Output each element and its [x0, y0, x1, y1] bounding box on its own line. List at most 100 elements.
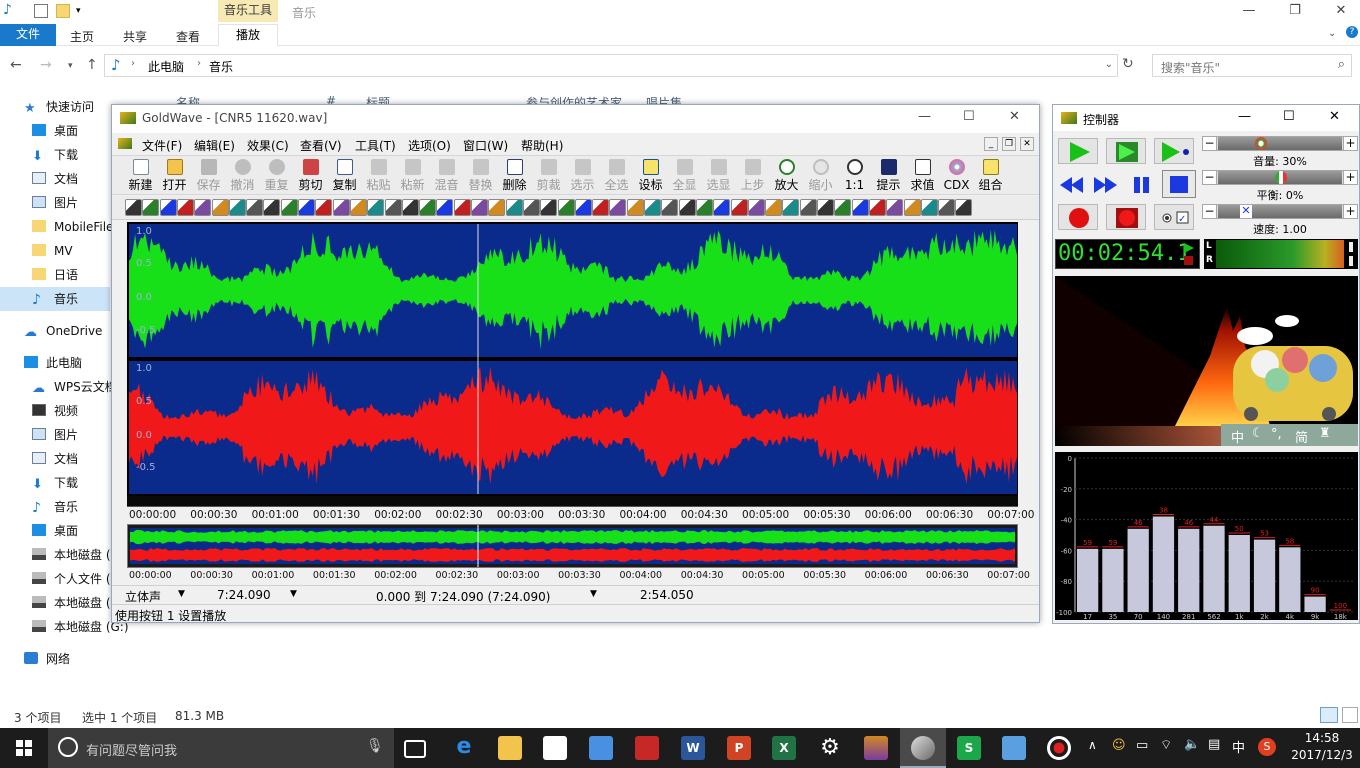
effect-tool-icon[interactable] — [886, 199, 904, 216]
mail-app-icon[interactable] — [589, 736, 613, 760]
explorer-minimize-icon[interactable]: — — [1234, 2, 1264, 22]
explorer-close-icon[interactable]: ✕ — [1326, 2, 1356, 22]
ime-mode[interactable]: 中 — [1231, 427, 1244, 446]
play-selection-button[interactable] — [1106, 138, 1146, 164]
toolbar-combine-button[interactable]: 组合 — [974, 157, 1007, 194]
effect-tool-icon[interactable] — [349, 199, 367, 216]
gw-maximize-icon[interactable]: ☐ — [963, 109, 975, 124]
large-icons-view-icon[interactable] — [1342, 707, 1358, 723]
waveform-scrollbar[interactable] — [127, 496, 1018, 506]
toolbar-paste-button[interactable]: 粘贴 — [362, 157, 395, 194]
toolbar-paste-new-button[interactable]: 粘新 — [396, 157, 429, 194]
toolbar-delete-button[interactable]: 删除 — [498, 157, 531, 194]
recent-dropdown-icon[interactable]: ▾ — [68, 61, 73, 71]
length-dropdown-icon[interactable]: ▼ — [290, 589, 297, 599]
effect-tool-icon[interactable] — [592, 199, 610, 216]
sidebar-item-desktop[interactable]: 桌面 — [32, 120, 78, 142]
effect-tool-icon[interactable] — [298, 199, 315, 216]
sidebar-item-japanese[interactable]: 日语 — [32, 264, 78, 286]
volume-icon[interactable]: 🔈 — [1184, 737, 1200, 752]
store-icon[interactable] — [543, 736, 567, 760]
effect-tool-icon[interactable] — [609, 199, 627, 216]
selection-dropdown-icon[interactable]: ▼ — [590, 589, 597, 599]
clock-time[interactable]: 14:58 — [1292, 731, 1352, 745]
toolbar-show-selection-button[interactable]: 选显 — [702, 157, 735, 194]
effect-tool-icon[interactable] — [159, 199, 177, 216]
effect-tool-icon[interactable] — [384, 199, 402, 216]
details-view-icon[interactable] — [1320, 707, 1338, 723]
shirt-icon[interactable]: ♜ — [1319, 426, 1331, 441]
menu-view[interactable]: 查看(V) — [300, 137, 342, 154]
effect-tool-icon[interactable] — [747, 199, 765, 216]
toolbar-set-marker-button[interactable]: 设标 — [634, 157, 667, 194]
volume-knob-icon[interactable] — [1255, 137, 1267, 150]
ribbon-file-tab[interactable]: 文件 — [0, 24, 56, 46]
toolbar-replace-button[interactable]: 替换 — [464, 157, 497, 194]
sidebar-item-downloads[interactable]: ⬇ 下载 — [32, 144, 78, 166]
record-app-icon[interactable] — [1047, 736, 1071, 760]
effect-tool-icon[interactable] — [471, 199, 488, 216]
effect-tool-icon[interactable] — [142, 199, 160, 216]
fast-forward-button[interactable] — [1090, 172, 1130, 198]
refresh-icon[interactable]: ↻ — [1122, 56, 1134, 72]
winrar-icon[interactable] — [864, 736, 888, 760]
sidebar-item-wps[interactable]: ☁ WPS云文档 — [32, 376, 117, 398]
sidebar-item-mv[interactable]: MV — [32, 240, 73, 262]
wifi-icon[interactable]: ⌔ — [1160, 737, 1172, 753]
sidebar-item-pictures-pc[interactable]: 图片 — [32, 424, 78, 446]
ctl-minimize-icon[interactable]: — — [1238, 109, 1251, 124]
powerpoint-icon[interactable]: P — [727, 736, 751, 760]
effect-tool-icon[interactable] — [315, 199, 333, 216]
forward-icon[interactable]: → — [40, 57, 52, 73]
effect-tool-icon[interactable] — [246, 199, 264, 216]
stop-button[interactable] — [1162, 170, 1196, 198]
photo-app-icon[interactable] — [635, 736, 659, 760]
breadcrumb-this-pc[interactable]: 此电脑 — [148, 58, 184, 75]
effect-tool-icon[interactable] — [799, 199, 817, 216]
balance-slider[interactable]: − + — [1202, 170, 1358, 185]
effect-tool-icon[interactable] — [211, 199, 229, 216]
speed-slider[interactable]: − ✕ + — [1202, 204, 1358, 219]
effect-tool-icon[interactable] — [817, 199, 834, 216]
effect-tool-icon[interactable] — [834, 199, 852, 216]
doc-restore-icon[interactable]: ❐ — [1002, 137, 1016, 151]
toolbar-previous-button[interactable]: 上步 — [736, 157, 769, 194]
record-options-button[interactable]: ✓ — [1154, 204, 1194, 230]
ctl-close-icon[interactable]: ✕ — [1329, 109, 1340, 124]
effect-tool-icon[interactable] — [678, 199, 696, 216]
effect-tool-icon[interactable] — [505, 199, 523, 216]
microphone-icon[interactable]: 🎙 — [366, 738, 384, 754]
record-selection-button[interactable] — [1106, 204, 1146, 230]
moon-icon[interactable]: ☾ — [1252, 426, 1264, 441]
sogou-icon[interactable]: S — [1258, 738, 1276, 756]
sidebar-item-music[interactable]: ♪ 音乐 — [32, 288, 78, 310]
toolbar-zoom-out-button[interactable]: 缩小 — [804, 157, 837, 194]
file-explorer-icon[interactable] — [498, 736, 522, 760]
effect-tool-icon[interactable] — [765, 199, 783, 216]
overview-panel[interactable] — [127, 524, 1018, 568]
search-input[interactable]: 搜索"音乐" ⌕ — [1152, 54, 1352, 77]
balance-knob-icon[interactable] — [1275, 171, 1287, 184]
sidebar-item-pictures[interactable]: 图片 — [32, 192, 78, 214]
effect-tool-icon[interactable] — [488, 199, 506, 216]
toolbar-cdx-button[interactable]: CDX — [940, 157, 973, 194]
balance-left-icon[interactable]: − — [1203, 171, 1217, 184]
effect-tool-icon[interactable] — [263, 199, 281, 216]
monitor-app-icon[interactable] — [1002, 736, 1026, 760]
start-button[interactable] — [0, 728, 48, 768]
menu-tools[interactable]: 工具(T) — [355, 137, 396, 154]
play-button[interactable] — [1058, 138, 1098, 164]
sidebar-item-documents-pc[interactable]: 文档 — [32, 448, 78, 470]
goldwave-taskbar-item[interactable] — [900, 728, 946, 768]
volume-increase-icon[interactable]: + — [1343, 137, 1357, 150]
settings-gear-icon[interactable]: ⚙ — [818, 736, 842, 760]
effect-tool-icon[interactable] — [419, 199, 437, 216]
sidebar-onedrive[interactable]: ☁ OneDrive — [24, 320, 102, 342]
sidebar-item-music-pc[interactable]: ♪ 音乐 — [32, 496, 78, 518]
effect-tool-icon[interactable] — [332, 199, 350, 216]
action-center-icon[interactable]: ▤ — [1208, 737, 1220, 752]
record-button[interactable] — [1058, 204, 1098, 230]
effect-tool-icon[interactable] — [453, 199, 471, 216]
breadcrumb-music[interactable]: 音乐 — [209, 58, 233, 75]
toolbar-zoom-in-button[interactable]: 放大 — [770, 157, 803, 194]
